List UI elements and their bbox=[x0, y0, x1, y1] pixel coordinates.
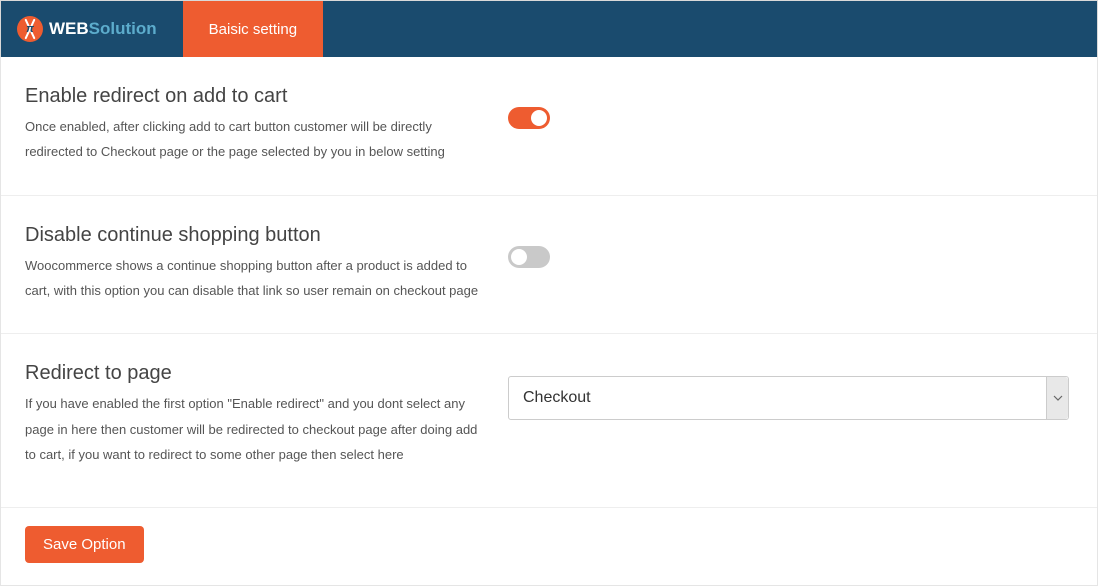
save-label: Save Option bbox=[43, 536, 126, 553]
select-value: Checkout bbox=[523, 389, 591, 407]
footer: Save Option bbox=[1, 508, 1097, 585]
brand-web: WEB bbox=[49, 19, 89, 38]
select-redirect-page[interactable]: Checkout bbox=[508, 376, 1069, 420]
setting-info: Redirect to page If you have enabled the… bbox=[25, 362, 480, 467]
setting-disable-continue: Disable continue shopping button Woocomm… bbox=[1, 196, 1097, 335]
setting-enable-redirect: Enable redirect on add to cart Once enab… bbox=[1, 57, 1097, 196]
content-panel: Enable redirect on add to cart Once enab… bbox=[0, 57, 1098, 586]
setting-desc: Woocommerce shows a continue shopping bu… bbox=[25, 253, 480, 304]
setting-title: Enable redirect on add to cart bbox=[25, 85, 480, 108]
pi-symbol: π bbox=[26, 23, 34, 35]
tab-basic-setting[interactable]: Baisic setting bbox=[183, 1, 323, 57]
toggle-disable-continue[interactable] bbox=[508, 246, 550, 268]
brand-solution: Solution bbox=[89, 19, 157, 38]
setting-title: Disable continue shopping button bbox=[25, 224, 480, 247]
header: π WEBSolution Baisic setting bbox=[0, 0, 1098, 57]
setting-control bbox=[480, 85, 1073, 134]
setting-desc: Once enabled, after clicking add to cart… bbox=[25, 114, 480, 165]
setting-desc: If you have enabled the first option "En… bbox=[25, 391, 480, 467]
toggle-knob bbox=[531, 110, 547, 126]
setting-redirect-page: Redirect to page If you have enabled the… bbox=[1, 334, 1097, 508]
setting-info: Disable continue shopping button Woocomm… bbox=[25, 224, 480, 304]
save-button[interactable]: Save Option bbox=[25, 526, 144, 563]
tab-label: Baisic setting bbox=[209, 21, 297, 38]
brand-text: WEBSolution bbox=[49, 19, 157, 39]
chevron-down-icon bbox=[1046, 377, 1068, 419]
toggle-knob bbox=[511, 249, 527, 265]
logo-icon: π bbox=[17, 16, 43, 42]
toggle-enable-redirect[interactable] bbox=[508, 107, 550, 129]
setting-control: Checkout bbox=[480, 362, 1073, 420]
setting-control bbox=[480, 224, 1073, 273]
setting-title: Redirect to page bbox=[25, 362, 480, 385]
setting-info: Enable redirect on add to cart Once enab… bbox=[25, 85, 480, 165]
brand-logo: π WEBSolution bbox=[1, 1, 173, 57]
